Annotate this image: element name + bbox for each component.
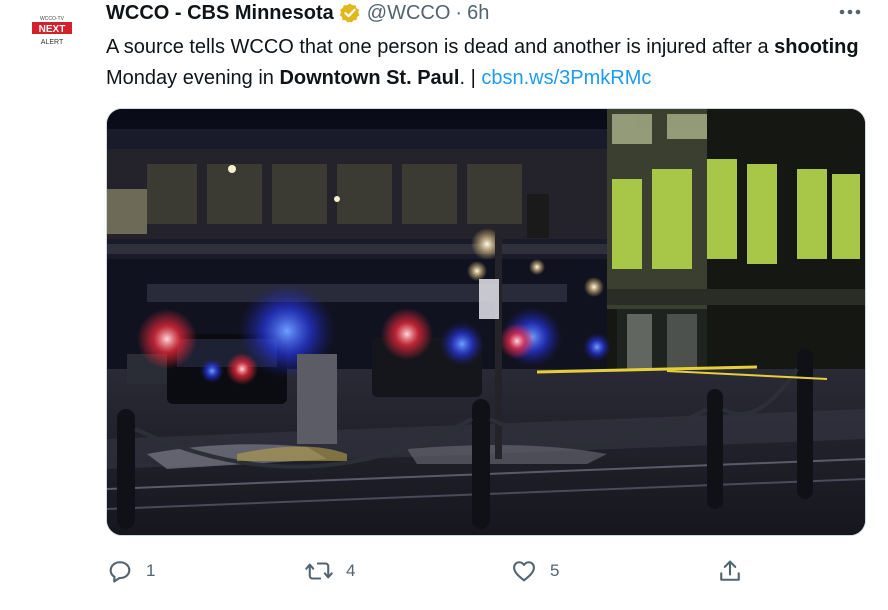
tweet-card[interactable]: WCCO-TV NEXT ALERT WCCO - CBS Minnesota … bbox=[0, 0, 888, 610]
svg-text:ALERT: ALERT bbox=[41, 39, 64, 46]
wcco-logo-icon: WCCO-TV NEXT ALERT bbox=[32, 16, 72, 46]
tweet-link[interactable]: cbsn.ws/3PmkRMc bbox=[481, 67, 651, 89]
tweet-text-part: A source tells WCCO that one person is d… bbox=[106, 36, 775, 58]
tweet-actions: 1 4 5 bbox=[106, 556, 746, 586]
like-icon bbox=[513, 561, 535, 582]
share-button[interactable] bbox=[716, 556, 744, 586]
verified-badge-icon bbox=[339, 2, 361, 24]
tweet-header: WCCO - CBS Minnesota @WCCO · 6h bbox=[106, 0, 489, 26]
author-handle[interactable]: @WCCO bbox=[367, 0, 451, 26]
location-downtown-st-paul: Downtown St. Paul bbox=[279, 67, 460, 89]
tweet-text-part: Monday evening in bbox=[106, 67, 280, 89]
more-options-icon[interactable] bbox=[836, 0, 864, 24]
like-count: 5 bbox=[550, 561, 560, 580]
avatar[interactable]: WCCO-TV NEXT ALERT bbox=[28, 14, 76, 50]
reply-count: 1 bbox=[146, 561, 156, 580]
night-street-police-scene-photo bbox=[107, 109, 865, 535]
like-button[interactable]: 5 bbox=[510, 556, 559, 586]
retweet-icon bbox=[305, 562, 333, 580]
hashtag-shooting: shooting bbox=[774, 36, 859, 58]
reply-icon bbox=[109, 561, 131, 583]
tweet-time[interactable]: 6h bbox=[467, 0, 489, 26]
author-name[interactable]: WCCO - CBS Minnesota bbox=[106, 0, 334, 26]
tweet-text: A source tells WCCO that one person is d… bbox=[106, 32, 866, 94]
retweet-count: 4 bbox=[346, 561, 356, 580]
share-icon bbox=[720, 560, 740, 581]
reply-button[interactable]: 1 bbox=[106, 556, 155, 586]
tweet-media-image[interactable] bbox=[106, 108, 866, 536]
separator-dot: · bbox=[455, 2, 463, 24]
svg-text:NEXT: NEXT bbox=[39, 24, 66, 35]
svg-text:WCCO-TV: WCCO-TV bbox=[40, 16, 65, 22]
retweet-button[interactable]: 4 bbox=[304, 556, 355, 586]
tweet-text-part: . | bbox=[459, 67, 482, 89]
